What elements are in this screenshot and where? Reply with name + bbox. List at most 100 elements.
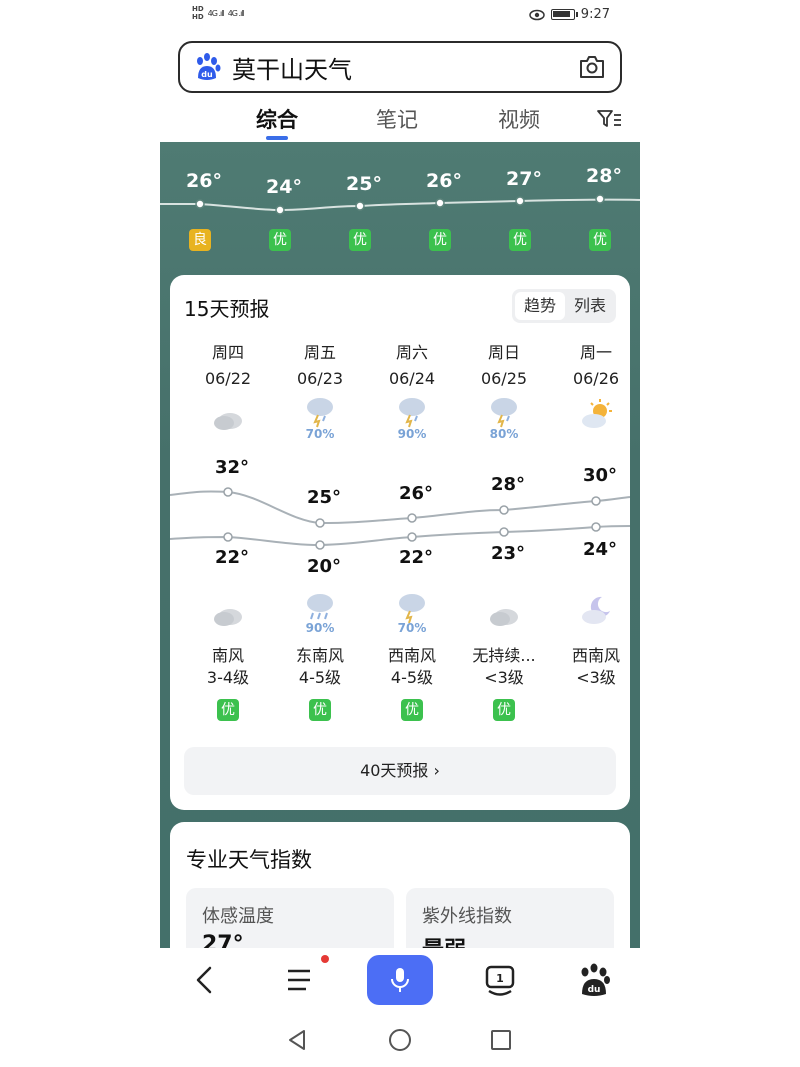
filter-icon[interactable]: [596, 108, 622, 130]
feels-like-card[interactable]: 体感温度 27°: [186, 888, 394, 948]
high-temp: 26°: [398, 483, 434, 504]
system-recents-icon[interactable]: [490, 1029, 512, 1051]
tab-all[interactable]: 综合: [256, 104, 298, 134]
aqi-badge: 优: [509, 229, 531, 251]
cloudy-icon: [214, 413, 242, 430]
day-column[interactable]: 周五 06/23: [274, 339, 366, 388]
day-column[interactable]: 周一 06/26: [550, 339, 640, 388]
wind-direction: 无持续...: [472, 646, 536, 665]
forecast-40day-button[interactable]: 40天预报 ›: [184, 747, 616, 795]
wind-direction: 东南风: [295, 646, 344, 665]
cloudy-icon: [214, 609, 242, 626]
wind-direction: 西南风: [387, 646, 436, 665]
logo-text: du: [201, 70, 213, 79]
view-toggle: 趋势 列表: [512, 289, 616, 323]
low-temp: 22°: [398, 547, 434, 568]
thunder-rain-icon: [399, 594, 425, 624]
wind-info: 无持续... <3级: [458, 645, 550, 689]
high-temp: 28°: [490, 474, 526, 495]
microphone-icon: [391, 968, 409, 992]
hd-badge: HD: [192, 5, 204, 13]
thunder-rain-icon: [399, 398, 425, 428]
low-temp: 22°: [214, 547, 250, 568]
wind-direction: 西南风: [571, 646, 620, 665]
day-of-week: 周一: [579, 343, 612, 362]
forecast-card: 15天预报 趋势 列表 周四 06/22 周五 06/23 周六 06/24 周…: [170, 275, 630, 810]
search-input[interactable]: 莫干山天气: [232, 50, 352, 85]
hourly-temp: 26°: [426, 170, 462, 192]
aqi-badge: 优: [589, 229, 611, 251]
hourly-forecast: 26° 24° 25° 26° 27° 28° 良 优 优 优 优 优: [160, 142, 640, 274]
voice-search-button[interactable]: [367, 955, 433, 1005]
cloudy-icon: [490, 609, 518, 626]
precip-percent: 90%: [397, 427, 427, 441]
wind-level: <3级: [576, 668, 616, 687]
status-left: HD HD 4G .ıll 4G .ıll: [192, 5, 245, 21]
day-column[interactable]: 周四 06/22: [182, 339, 274, 388]
tab-videos[interactable]: 视频: [498, 104, 540, 134]
index-label: 体感温度: [202, 906, 274, 927]
weather-background: 26° 24° 25° 26° 27° 28° 良 优 优 优 优 优 15天预…: [160, 142, 640, 948]
wind-level: <3级: [484, 668, 524, 687]
eye-icon: [529, 9, 545, 20]
tabs-icon[interactable]: 1: [480, 960, 520, 1000]
back-icon[interactable]: [186, 960, 226, 1000]
camera-icon[interactable]: [578, 54, 606, 80]
day-column[interactable]: 周日 06/25: [458, 339, 550, 388]
aqi-badge: 优: [269, 229, 291, 251]
day-of-week: 周四: [211, 343, 244, 362]
uv-index-card[interactable]: 紫外线指数 最弱: [406, 888, 614, 948]
hourly-temp: 27°: [506, 168, 542, 190]
high-temp: 25°: [306, 487, 342, 508]
thunder-rain-icon: [491, 398, 517, 428]
wind-level: 4-5级: [390, 668, 434, 687]
thunder-rain-icon: [307, 398, 333, 428]
hourly-temp: 28°: [586, 165, 622, 187]
toggle-trend[interactable]: 趋势: [515, 292, 565, 320]
search-bar[interactable]: du 莫干山天气: [178, 41, 622, 93]
result-tabs: 综合 笔记 视频: [160, 100, 640, 140]
hourly-temp: 26°: [186, 170, 222, 192]
moon-cloud-icon: [582, 596, 610, 624]
system-home-icon[interactable]: [388, 1028, 412, 1052]
day-column[interactable]: 周六 06/24: [366, 339, 458, 388]
pro-index-card: 专业天气指数 体感温度 27° 紫外线指数 最弱: [170, 822, 630, 948]
day-date: 06/25: [480, 369, 528, 388]
sun-cloud-icon: [582, 399, 612, 428]
hourly-temp: 25°: [346, 173, 382, 195]
aqi-badge: 优: [349, 229, 371, 251]
precip-percent: 80%: [489, 427, 519, 441]
wind-direction: 南风: [211, 646, 244, 665]
svg-text:du: du: [588, 985, 601, 995]
menu-icon[interactable]: [280, 960, 320, 1000]
index-label: 紫外线指数: [422, 906, 512, 927]
high-temp: 32°: [214, 457, 250, 478]
hd-badges: HD HD: [192, 5, 204, 21]
hd-badge: HD: [192, 13, 204, 21]
signal-icon: 4G .ıll: [207, 8, 225, 18]
day-date: 06/24: [388, 369, 436, 388]
low-temp: 23°: [490, 543, 526, 564]
aqi-badge: 优: [309, 699, 331, 721]
battery-icon: [550, 9, 578, 20]
aqi-badge: 优: [401, 699, 423, 721]
day-date: 06/23: [296, 369, 344, 388]
hourly-temp: 24°: [266, 176, 302, 198]
active-tab-indicator: [266, 136, 288, 140]
status-bar: HD HD 4G .ıll 4G .ıll 9:27: [160, 0, 640, 34]
toggle-list[interactable]: 列表: [565, 292, 615, 320]
baidu-paw-icon[interactable]: du: [574, 960, 614, 1000]
system-back-icon[interactable]: [286, 1028, 308, 1052]
notification-dot: [321, 955, 329, 963]
wind-info: 南风 3-4级: [182, 645, 274, 689]
pro-index-title: 专业天气指数: [186, 848, 312, 872]
tab-notes[interactable]: 笔记: [376, 104, 418, 134]
precip-percent: 70%: [397, 621, 427, 635]
low-temp: 24°: [582, 539, 618, 560]
high-temp: 30°: [582, 465, 618, 486]
day-date: 06/22: [204, 369, 252, 388]
low-temp: 20°: [306, 556, 342, 577]
status-time: 9:27: [580, 7, 610, 22]
day-date: 06/26: [572, 369, 620, 388]
wind-info: 西南风 4-5级: [366, 645, 458, 689]
